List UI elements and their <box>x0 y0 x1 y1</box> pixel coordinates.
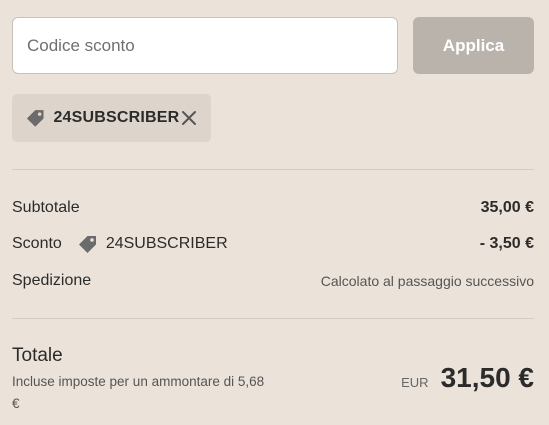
applied-discount-code: 24SUBSCRIBER <box>53 109 180 126</box>
total-label: Totale <box>12 345 63 366</box>
discount-label: Sconto <box>12 235 62 252</box>
divider <box>12 318 534 319</box>
discount-code-input[interactable] <box>12 17 398 74</box>
subtotal-row: Subtotale 35,00 € <box>12 197 534 219</box>
close-icon <box>182 111 197 125</box>
discount-code-label: 24SUBSCRIBER <box>105 235 228 252</box>
remove-discount-button[interactable] <box>179 108 199 128</box>
apply-discount-button[interactable]: Applica <box>413 17 534 74</box>
discount-value: - 3,50 € <box>479 235 534 252</box>
tag-icon <box>26 110 44 127</box>
total-currency: EUR <box>401 375 429 390</box>
shipping-label: Spedizione <box>12 272 92 289</box>
discount-form: Applica <box>12 17 534 74</box>
shipping-value: Calcolato al passaggio successivo <box>320 273 534 289</box>
shipping-row: Spedizione Calcolato al passaggio succes… <box>12 270 534 292</box>
tax-note: Incluse imposte per un ammontare di 5,68… <box>12 374 265 411</box>
discount-row: Sconto 24SUBSCRIBER - 3,50 € <box>12 231 534 257</box>
discount-tag: 24SUBSCRIBER <box>76 232 228 256</box>
total-value: 31,50 € <box>440 362 534 393</box>
divider <box>12 169 534 170</box>
subtotal-value: 35,00 € <box>480 199 534 216</box>
total-amount: EUR 31,50 € <box>401 362 534 394</box>
tag-icon <box>78 236 96 253</box>
applied-discount-chip: 24SUBSCRIBER <box>12 94 211 142</box>
subtotal-label: Subtotale <box>12 199 80 216</box>
